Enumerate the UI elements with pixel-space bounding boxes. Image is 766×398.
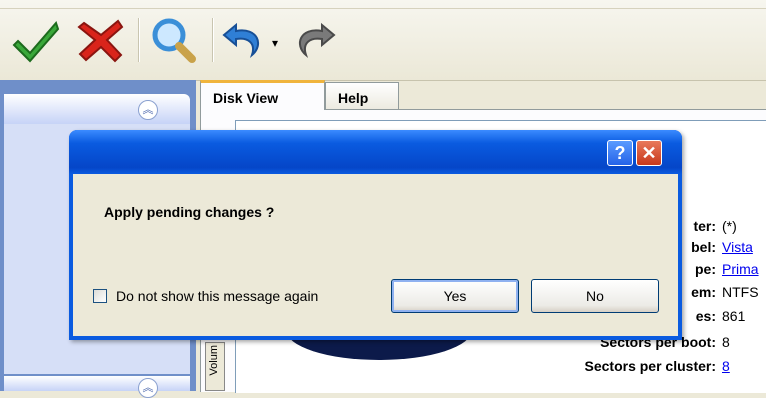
cancel-button[interactable] xyxy=(76,15,126,65)
property-value: 861 xyxy=(722,308,746,324)
apply-button[interactable] xyxy=(12,15,62,65)
property-label: ter: xyxy=(693,218,716,234)
property-value: NTFS xyxy=(722,284,759,300)
cancel-x-icon xyxy=(77,19,124,63)
help-question-icon[interactable]: ? xyxy=(607,140,633,166)
redo-icon xyxy=(298,22,336,59)
toolbar-separator xyxy=(138,18,140,62)
property-link[interactable]: Prima xyxy=(722,261,759,277)
property-link[interactable]: Vista xyxy=(722,239,753,255)
search-button[interactable] xyxy=(148,15,198,65)
toolbar-separator xyxy=(212,18,214,62)
toolbar: ▾ xyxy=(0,0,766,81)
left-panel-header: ︽ xyxy=(4,94,190,124)
tab-help[interactable]: Help xyxy=(325,82,399,110)
confirm-dialog: ? ✕ Apply pending changes ? Do not show … xyxy=(69,130,682,340)
property-value: (*) xyxy=(722,218,737,234)
property-link[interactable]: 8 xyxy=(722,358,730,374)
toolbar-divider xyxy=(0,8,766,9)
undo-dropdown-icon[interactable]: ▾ xyxy=(272,36,278,50)
undo-icon xyxy=(222,22,260,59)
dialog-message: Apply pending changes ? xyxy=(104,204,275,220)
left-panel-footer: ︽ xyxy=(4,376,190,398)
redo-button[interactable] xyxy=(288,15,338,65)
no-button[interactable]: No xyxy=(531,279,659,313)
dialog-body: Apply pending changes ? Do not show this… xyxy=(73,174,678,336)
search-magnifier-icon xyxy=(152,18,196,63)
property-label: bel: xyxy=(691,239,716,255)
property-label: es: xyxy=(695,308,716,324)
tab-disk-view[interactable]: Disk View xyxy=(200,80,325,110)
property-label: Sectors per cluster: xyxy=(584,358,717,374)
volume-label: Volum xyxy=(208,345,220,376)
close-icon[interactable]: ✕ xyxy=(636,140,662,166)
yes-button[interactable]: Yes xyxy=(391,279,519,313)
dont-show-again-label[interactable]: Do not show this message again xyxy=(116,288,318,304)
dont-show-again-checkbox[interactable] xyxy=(93,289,107,303)
property-row: Sectors per cluster: 8 xyxy=(500,358,766,376)
property-label: pe: xyxy=(695,261,716,277)
undo-button[interactable] xyxy=(220,15,270,65)
collapse-up-icon[interactable]: ︽ xyxy=(138,100,158,120)
collapse-icon[interactable]: ︽ xyxy=(138,378,158,398)
property-label: em: xyxy=(691,284,716,300)
dialog-titlebar[interactable]: ? ✕ xyxy=(69,130,682,174)
apply-check-icon xyxy=(12,21,60,63)
property-value: 8 xyxy=(722,334,730,350)
volume-column: Volum xyxy=(205,342,225,391)
